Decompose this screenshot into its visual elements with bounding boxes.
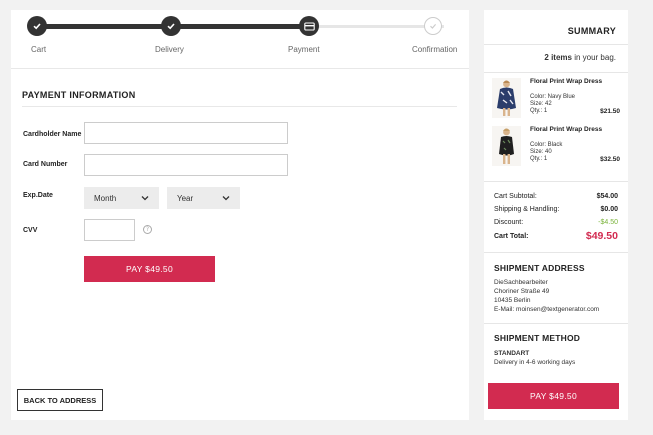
chevron-down-icon — [222, 196, 230, 201]
back-to-address-button[interactable]: BACK TO ADDRESS — [17, 389, 103, 411]
step-payment-card-icon[interactable] — [299, 16, 319, 36]
help-icon[interactable]: ? — [143, 225, 152, 234]
step-cart-check-icon[interactable] — [27, 16, 47, 36]
product-image[interactable] — [492, 126, 521, 166]
pay-button[interactable]: PAY $49.50 — [488, 383, 619, 409]
payment-info-section: PAYMENT INFORMATION Cardholder Name Card… — [11, 68, 469, 420]
product-qty: Qty.: 1 — [530, 108, 548, 114]
step-label-cart[interactable]: Cart — [31, 45, 46, 54]
product-size: Size: 42 — [530, 101, 552, 107]
items-count-number: 2 items — [544, 53, 572, 62]
cvv-label: CVV — [23, 227, 38, 234]
shipping-row: Shipping & Handling: $0.00 — [494, 206, 618, 213]
shipment-method-desc: Delivery in 4-6 working days — [494, 359, 576, 366]
discount-label: Discount: — [494, 219, 524, 226]
product-image[interactable] — [492, 78, 521, 118]
items-count-suffix: in your bag. — [571, 53, 616, 62]
divider — [484, 323, 628, 324]
product-name[interactable]: Floral Print Wrap Dress — [530, 126, 602, 133]
address-line: Choriner Straße 49 — [494, 288, 550, 295]
discount-value: -$4.50 — [598, 219, 618, 226]
product-qty: Qty.: 1 — [530, 156, 548, 162]
year-select[interactable]: Year — [167, 187, 240, 209]
divider — [484, 252, 628, 253]
checkout-stepper: Cart Delivery Payment Confirmation — [11, 10, 469, 70]
pay-button[interactable]: PAY $49.50 — [84, 256, 215, 282]
items-count: 2 items in your bag. — [544, 53, 616, 62]
divider — [484, 44, 628, 45]
year-select-value: Year — [177, 193, 194, 203]
total-label: Cart Total: — [494, 232, 529, 240]
total-value: $49.50 — [585, 230, 618, 242]
cardholder-name-input[interactable] — [84, 122, 288, 144]
subtotal-row: Cart Subtotal: $54.00 — [494, 193, 618, 200]
shipping-label: Shipping & Handling: — [494, 206, 560, 213]
step-confirmation-check-icon — [424, 17, 442, 35]
chevron-down-icon — [141, 196, 149, 201]
divider — [11, 68, 469, 69]
month-select-value: Month — [94, 193, 117, 203]
card-number-input[interactable] — [84, 154, 288, 176]
step-label-payment[interactable]: Payment — [288, 45, 320, 54]
cvv-input[interactable] — [84, 219, 135, 241]
product-name[interactable]: Floral Print Wrap Dress — [530, 78, 602, 85]
shipment-address-title: SHIPMENT ADDRESS — [494, 263, 585, 273]
discount-row: Discount: -$4.50 — [494, 219, 618, 226]
payment-title: PAYMENT INFORMATION — [22, 90, 136, 100]
address-email: E-Mail: moinsen@textgenerator.com — [494, 306, 600, 313]
address-line: 10435 Berlin — [494, 297, 531, 304]
divider — [484, 181, 628, 182]
product-color: Color: Black — [530, 142, 563, 148]
shipment-method-title: SHIPMENT METHOD — [494, 333, 581, 343]
cardholder-label: Cardholder Name — [23, 131, 82, 138]
month-select[interactable]: Month — [84, 187, 159, 209]
card-number-label: Card Number — [23, 161, 68, 168]
product-color: Color: Navy Blue — [530, 94, 576, 100]
product-size: Size: 40 — [530, 149, 552, 155]
checkout-main-card: Cart Delivery Payment Confirmation PAYME… — [11, 10, 469, 420]
step-label-confirmation: Confirmation — [412, 45, 458, 54]
cart-item: Floral Print Wrap Dress Color: Navy Blue… — [492, 78, 620, 120]
product-price: $21.50 — [600, 108, 620, 115]
summary-title: SUMMARY — [567, 26, 616, 36]
step-label-delivery[interactable]: Delivery — [155, 45, 184, 54]
cart-item: Floral Print Wrap Dress Color: Black Siz… — [492, 126, 620, 168]
total-row: Cart Total: $49.50 — [494, 230, 618, 242]
divider — [22, 106, 457, 107]
order-summary: SUMMARY 2 items in your bag. Floral Prin… — [484, 10, 628, 420]
divider — [484, 72, 628, 73]
subtotal-label: Cart Subtotal: — [494, 193, 537, 200]
shipping-value: $0.00 — [600, 206, 618, 213]
subtotal-value: $54.00 — [596, 193, 618, 200]
address-line: DieSachbearbeiter — [494, 279, 548, 286]
step-delivery-check-icon[interactable] — [161, 16, 181, 36]
exp-date-label: Exp.Date — [23, 192, 53, 199]
product-price: $32.50 — [600, 156, 620, 163]
shipment-method-name: STANDART — [494, 350, 530, 357]
